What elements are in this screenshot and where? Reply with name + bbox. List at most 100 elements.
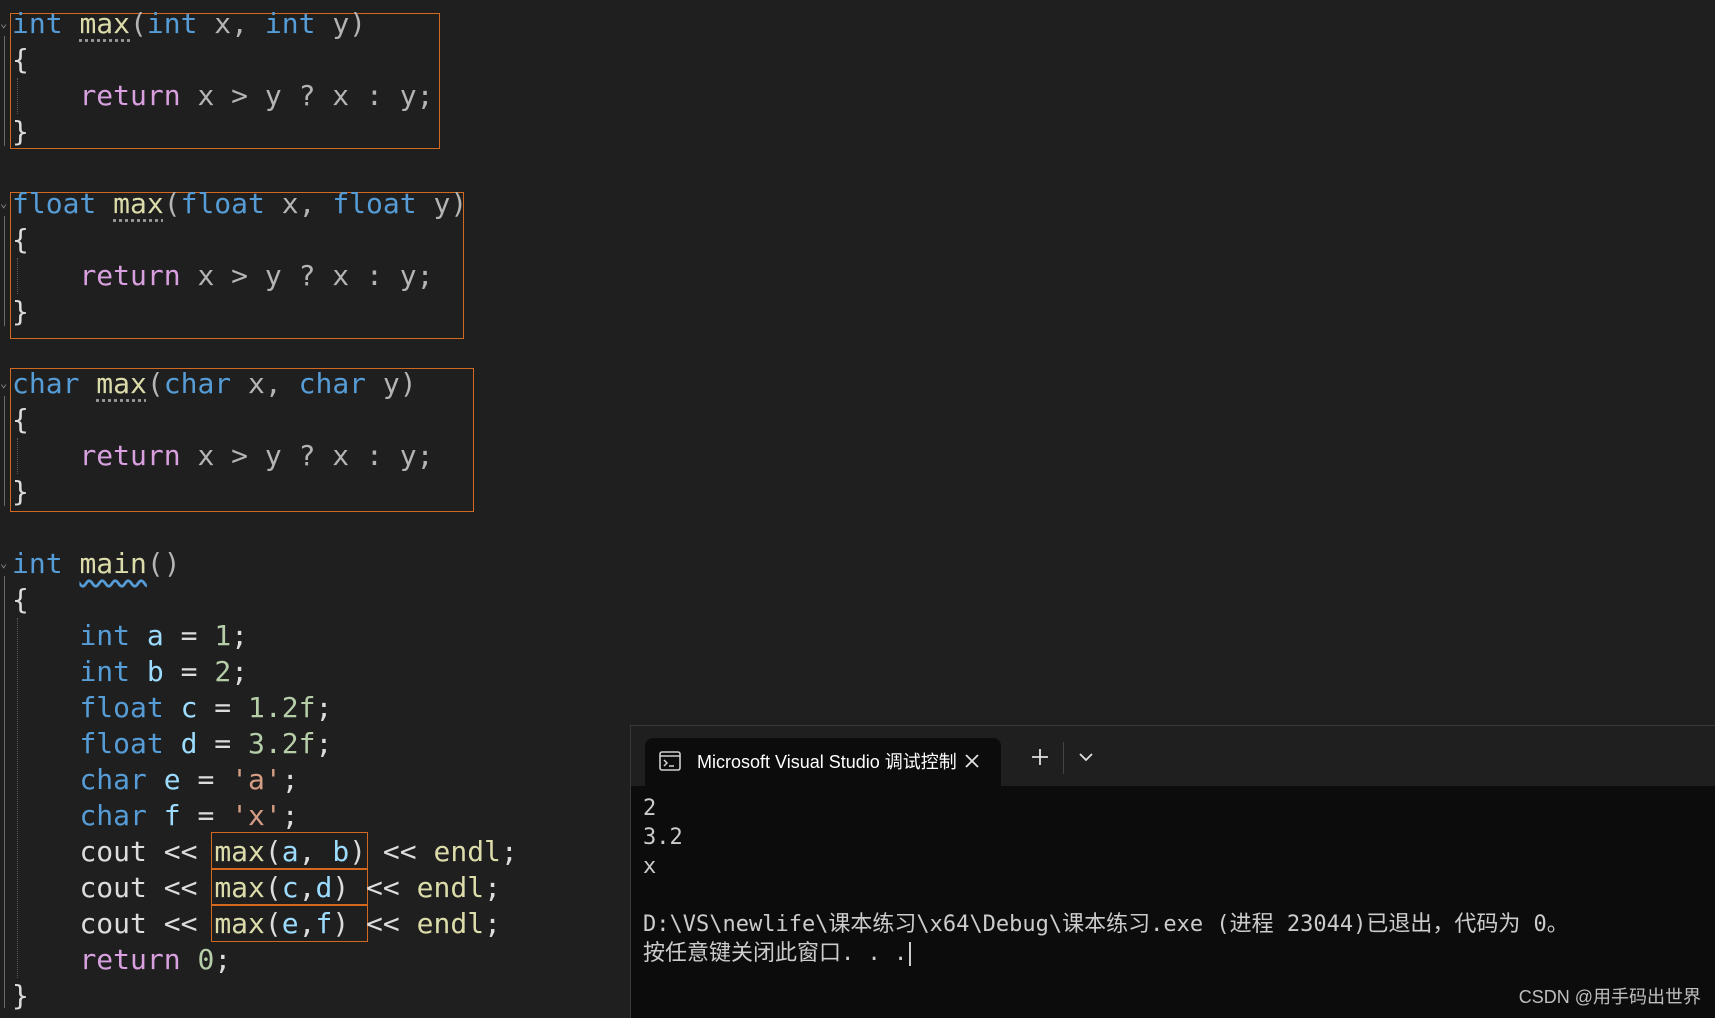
output-line: 2	[643, 796, 657, 821]
param-x: x,	[264, 187, 333, 220]
argument: b	[332, 835, 350, 868]
debug-console-window[interactable]: Microsoft Visual Studio 调试控制台 2 3.2 x D:…	[630, 725, 1715, 1018]
code-line: int a = 1;	[12, 618, 248, 654]
terminal-tab-bar: Microsoft Visual Studio 调试控制台	[631, 726, 1715, 786]
output-line: 按任意键关闭此窗口. . .	[643, 939, 1703, 968]
code-line: return 0;	[12, 942, 231, 978]
operator: =	[197, 727, 249, 760]
type-keyword: int	[79, 655, 131, 688]
operator: <<	[146, 907, 215, 940]
code-line: float d = 3.2f;	[12, 726, 332, 762]
semicolon: ;	[484, 871, 501, 904]
function-call: max	[214, 871, 265, 904]
keyword-float: float	[180, 187, 265, 220]
brace: {	[12, 403, 29, 436]
operator: <<	[146, 871, 215, 904]
variable-name: e	[163, 763, 181, 796]
semicolon: ;	[281, 799, 299, 832]
fold-chevron-icon[interactable]: ⌄	[0, 17, 10, 29]
brace: {	[12, 583, 29, 616]
variable-name: b	[146, 655, 164, 688]
code-line: return x > y ? x : y;	[12, 258, 433, 294]
cout: cout	[79, 907, 147, 940]
variable-name: a	[146, 619, 164, 652]
keyword-char: char	[163, 367, 232, 400]
plus-icon[interactable]	[1029, 746, 1051, 768]
code-line: int main()	[12, 546, 181, 582]
operator: =	[163, 619, 215, 652]
semicolon: ;	[484, 907, 501, 940]
literal: 1	[214, 619, 232, 652]
code-line: }	[12, 474, 29, 510]
function-name: max	[113, 187, 164, 220]
expression: x > y ? x : y;	[180, 259, 434, 292]
brace: }	[12, 475, 29, 508]
semicolon: ;	[231, 619, 249, 652]
code-line: }	[12, 114, 29, 150]
code-line: float c = 1.2f;	[12, 690, 332, 726]
keyword-char: char	[298, 367, 367, 400]
semicolon: ;	[281, 763, 299, 796]
code-line: }	[12, 294, 29, 330]
endl: endl	[433, 835, 501, 868]
type-keyword: int	[79, 619, 131, 652]
expression: x > y ? x : y;	[180, 79, 434, 112]
brace: {	[12, 223, 29, 256]
code-line: cout << max(a, b) << endl;	[12, 834, 517, 870]
console-icon	[659, 751, 681, 771]
keyword-int: int	[12, 7, 63, 40]
output-line: 3.2	[643, 825, 683, 850]
code-line: {	[12, 42, 29, 78]
literal: 3.2f	[248, 727, 316, 760]
operator: =	[180, 763, 232, 796]
code-line: int max(int x, int y)	[12, 6, 366, 42]
cout: cout	[79, 835, 147, 868]
paren: (	[146, 367, 164, 400]
semicolon: ;	[315, 727, 333, 760]
semicolon: ;	[214, 943, 232, 976]
paren: (	[264, 907, 282, 940]
paren: (	[163, 187, 181, 220]
chevron-down-icon[interactable]	[1075, 746, 1097, 768]
paren: )	[349, 835, 367, 868]
code-line: char max(char x, char y)	[12, 366, 417, 402]
paren: (	[264, 835, 282, 868]
fold-chevron-icon[interactable]: ⌄	[0, 557, 10, 569]
function-name: max	[79, 7, 131, 40]
fold-chevron-icon[interactable]: ⌄	[0, 377, 10, 389]
type-keyword: char	[79, 763, 147, 796]
bracket-guide	[4, 216, 11, 326]
code-line: return x > y ? x : y;	[12, 438, 433, 474]
operator: <<	[146, 835, 215, 868]
comma: ,	[298, 835, 333, 868]
type-keyword: float	[79, 727, 164, 760]
literal: 2	[214, 655, 232, 688]
argument: d	[315, 871, 333, 904]
terminal-tab[interactable]: Microsoft Visual Studio 调试控制台	[645, 738, 1001, 786]
literal: 0	[197, 943, 215, 976]
keyword-int: int	[12, 547, 63, 580]
keyword-return: return	[79, 79, 181, 112]
keyword-int: int	[264, 7, 316, 40]
endl: endl	[416, 871, 485, 904]
bracket-guide	[4, 396, 11, 506]
terminal-output[interactable]: 2 3.2 x D:\VS\newlife\课本练习\x64\Debug\课本练…	[643, 794, 1703, 968]
output-line: x	[643, 854, 657, 879]
output-text: 按任意键关闭此窗口. . .	[643, 941, 908, 966]
operator: <<	[349, 907, 417, 940]
argument: f	[315, 907, 333, 940]
code-line: cout << max(e,f) << endl;	[12, 906, 501, 942]
fold-chevron-icon[interactable]: ⌄	[0, 197, 10, 209]
paren: (	[264, 871, 282, 904]
comma: ,	[298, 871, 316, 904]
watermark: CSDN @用手码出世界	[1518, 987, 1701, 1007]
literal: 1.2f	[248, 691, 316, 724]
close-icon[interactable]	[961, 750, 983, 772]
comma: ,	[298, 907, 316, 940]
keyword-int: int	[146, 7, 198, 40]
endl: endl	[416, 907, 485, 940]
literal: 'x'	[231, 799, 282, 832]
function-call: max	[214, 835, 265, 868]
terminal-tab-title: Microsoft Visual Studio 调试控制台	[697, 752, 957, 772]
